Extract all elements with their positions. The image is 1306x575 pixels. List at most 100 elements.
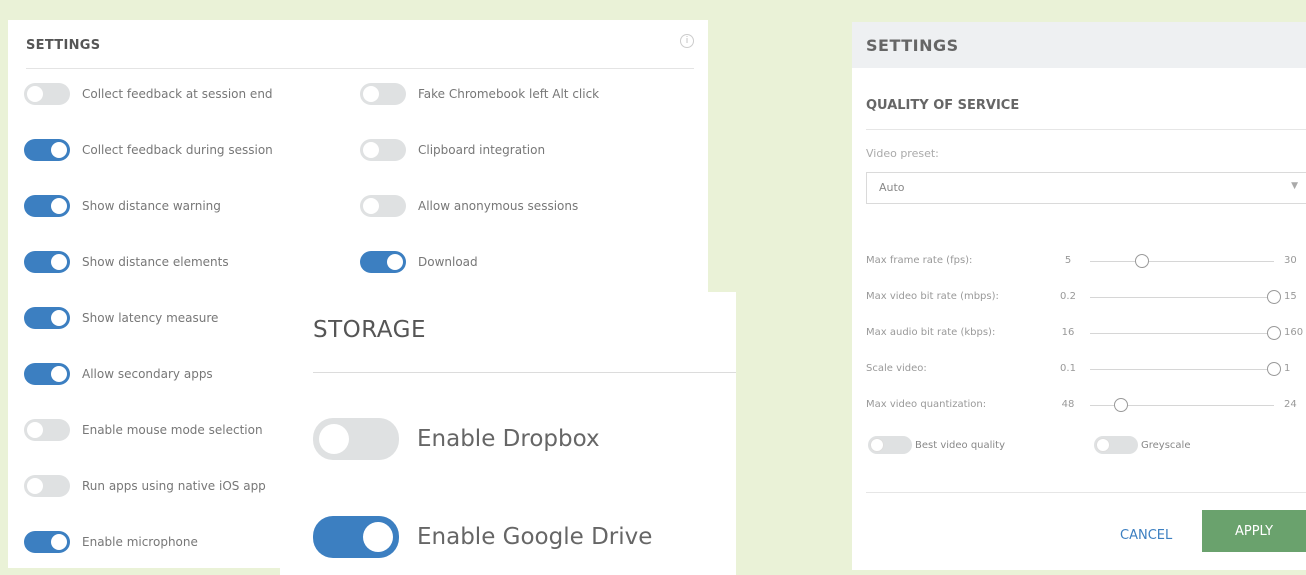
toggle-knob: [319, 424, 349, 454]
setting-toggle[interactable]: [24, 139, 70, 161]
setting-toggle[interactable]: [360, 83, 406, 105]
slider-handle[interactable]: [1267, 326, 1281, 340]
setting-label: Enable mouse mode selection: [82, 423, 263, 437]
toggle-knob: [51, 142, 67, 158]
setting-label: Clipboard integration: [418, 143, 546, 157]
setting-label: Enable microphone: [82, 535, 198, 549]
apply-button[interactable]: APPLY: [1202, 510, 1306, 552]
section-divider: [866, 129, 1306, 130]
setting-toggle[interactable]: [360, 139, 406, 161]
greyscale-row: Greyscale: [1094, 436, 1190, 454]
toggle-knob: [51, 366, 67, 382]
enable-dropbox-row: Enable Dropbox: [313, 418, 600, 460]
slider-track[interactable]: [1090, 261, 1274, 262]
cancel-button[interactable]: CANCEL: [1120, 528, 1172, 543]
toggle-knob: [870, 438, 884, 452]
info-icon[interactable]: i: [680, 34, 694, 48]
toggle-knob: [51, 310, 67, 326]
slider-label: Max audio bit rate (kbps):: [866, 327, 996, 338]
toggle-knob: [51, 254, 67, 270]
toggle-knob: [363, 142, 379, 158]
setting-toggle[interactable]: [360, 251, 406, 273]
setting-toggle[interactable]: [24, 419, 70, 441]
slider-label: Max video bit rate (mbps):: [866, 291, 999, 302]
best-video-quality-label: Best video quality: [915, 439, 1006, 451]
slider-label: Max frame rate (fps):: [866, 255, 973, 266]
settings-header: SETTINGS: [852, 22, 1306, 68]
setting-row: Enable mouse mode selection: [24, 419, 263, 441]
slider-max-label: 15: [1284, 291, 1297, 302]
storage-title: STORAGE: [313, 317, 426, 343]
toggle-knob: [387, 254, 403, 270]
setting-label: Allow secondary apps: [82, 367, 213, 381]
settings-header: SETTINGS i: [26, 34, 694, 69]
slider-label: Scale video:: [866, 363, 927, 374]
toggle-knob: [363, 198, 379, 214]
setting-row: Clipboard integration: [360, 139, 545, 161]
setting-label: Show distance elements: [82, 255, 229, 269]
slider-row: Max video bit rate (mbps): 0.2 15: [866, 288, 1306, 308]
best-video-quality-row: Best video quality: [868, 436, 1005, 454]
setting-toggle[interactable]: [24, 363, 70, 385]
slider-row: Max video quantization: 48 24: [866, 396, 1306, 416]
quality-of-service-heading: QUALITY OF SERVICE: [866, 98, 1020, 113]
setting-row: Allow anonymous sessions: [360, 195, 578, 217]
toggle-knob: [27, 86, 43, 102]
setting-toggle[interactable]: [360, 195, 406, 217]
slider-track[interactable]: [1090, 297, 1274, 298]
video-preset-value: Auto: [879, 181, 905, 194]
setting-toggle[interactable]: [24, 251, 70, 273]
storage-panel: STORAGE Enable Dropbox Enable Google Dri…: [280, 292, 736, 575]
setting-row: Show distance elements: [24, 251, 229, 273]
video-preset-select[interactable]: Auto ▼: [866, 172, 1306, 204]
slider-min-label: 5: [1064, 255, 1072, 266]
toggle-knob: [27, 478, 43, 494]
setting-toggle[interactable]: [24, 83, 70, 105]
setting-label: Show latency measure: [82, 311, 219, 325]
toggle-knob: [51, 534, 67, 550]
slider-min-label: 0.2: [1060, 291, 1076, 302]
enable-dropbox-toggle[interactable]: [313, 418, 399, 460]
chevron-down-icon: ▼: [1291, 181, 1298, 191]
greyscale-label: Greyscale: [1141, 439, 1191, 451]
slider-max-label: 24: [1284, 399, 1297, 410]
slider-min-label: 16: [1061, 327, 1075, 338]
setting-row: Collect feedback at session end: [24, 83, 273, 105]
setting-toggle[interactable]: [24, 307, 70, 329]
setting-row: Run apps using native iOS app: [24, 475, 266, 497]
slider-row: Scale video: 0.1 1: [866, 360, 1306, 380]
enable-google-drive-toggle[interactable]: [313, 516, 399, 558]
settings-title: SETTINGS: [866, 36, 959, 55]
slider-handle[interactable]: [1267, 290, 1281, 304]
toggle-knob: [27, 422, 43, 438]
setting-row: Enable microphone: [24, 531, 198, 553]
setting-row: Collect feedback during session: [24, 139, 273, 161]
setting-label: Download: [418, 255, 478, 269]
setting-row: Show distance warning: [24, 195, 221, 217]
enable-google-drive-label: Enable Google Drive: [417, 524, 653, 550]
slider-handle[interactable]: [1134, 254, 1149, 268]
setting-label: Collect feedback at session end: [82, 87, 273, 101]
setting-label: Collect feedback during session: [82, 143, 273, 157]
toggle-knob: [363, 522, 393, 552]
slider-track[interactable]: [1090, 333, 1274, 334]
slider-max-label: 160: [1284, 327, 1304, 338]
best-video-quality-toggle[interactable]: [868, 436, 912, 454]
settings-panel-right: SETTINGS QUALITY OF SERVICE Video preset…: [852, 22, 1306, 570]
slider-row: Max frame rate (fps): 5 30: [866, 252, 1306, 272]
slider-handle[interactable]: [1113, 398, 1128, 412]
setting-toggle[interactable]: [24, 531, 70, 553]
toggle-knob: [363, 86, 379, 102]
video-preset-label: Video preset:: [866, 147, 939, 160]
slider-track[interactable]: [1090, 369, 1274, 370]
setting-row: Fake Chromebook left Alt click: [360, 83, 599, 105]
slider-handle[interactable]: [1267, 362, 1281, 376]
slider-max-label: 1: [1284, 363, 1291, 374]
greyscale-toggle[interactable]: [1094, 436, 1138, 454]
toggle-knob: [1096, 438, 1110, 452]
enable-google-drive-row: Enable Google Drive: [313, 516, 652, 558]
setting-row: Download: [360, 251, 478, 273]
setting-toggle[interactable]: [24, 195, 70, 217]
slider-min-label: 0.1: [1060, 363, 1076, 374]
setting-toggle[interactable]: [24, 475, 70, 497]
